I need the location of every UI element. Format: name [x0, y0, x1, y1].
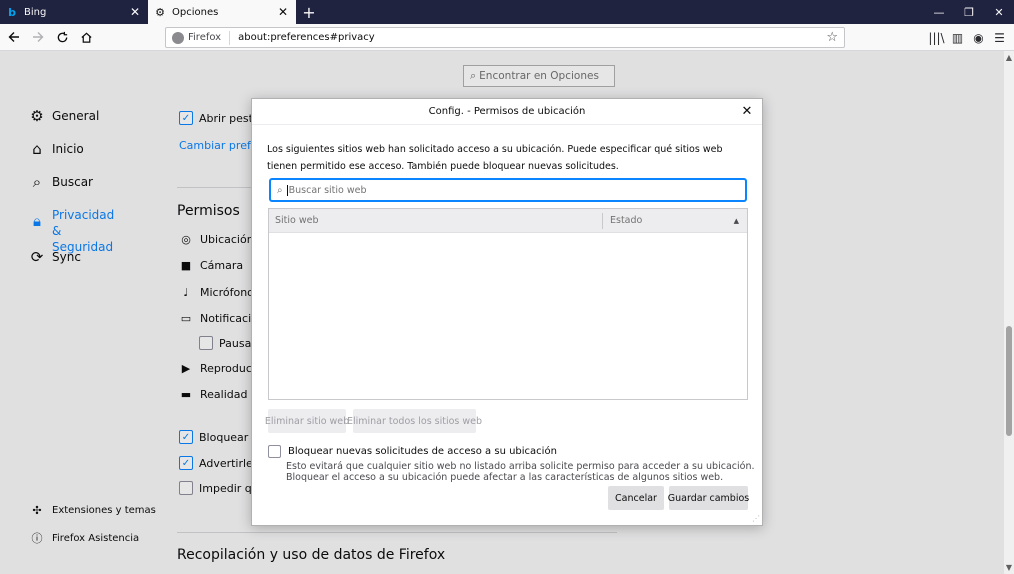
column-label: Estado: [610, 215, 643, 226]
restore-icon[interactable]: ❐: [954, 0, 984, 24]
close-window-icon[interactable]: ✕: [984, 0, 1014, 24]
block-new-requests-row[interactable]: Bloquear nuevas solicitudes de acceso a …: [268, 445, 557, 458]
bookmark-star-icon[interactable]: ☆: [826, 30, 838, 45]
close-icon[interactable]: ✕: [128, 5, 142, 19]
toolbar-right: |||\ ▥ ◉ ☰: [926, 27, 1010, 48]
resize-grip-icon[interactable]: ⋰: [752, 514, 760, 523]
column-label: Sitio web: [275, 215, 319, 226]
back-button[interactable]: [3, 26, 25, 48]
tab-bing[interactable]: b Bing ✕: [0, 0, 148, 24]
remove-all-sites-button[interactable]: Eliminar todos los sitios web: [347, 409, 482, 433]
text-caret: [286, 184, 288, 196]
save-changes-button[interactable]: Guardar cambios: [668, 486, 749, 510]
block-note: Esto evitará que cualquier sitio web no …: [286, 461, 755, 483]
home-button[interactable]: [75, 26, 97, 48]
menu-icon[interactable]: ☰: [989, 27, 1010, 48]
scroll-up-icon[interactable]: ▲: [1004, 53, 1014, 62]
tab-opciones[interactable]: ⚙ Opciones ✕: [148, 0, 296, 24]
home-icon: [80, 32, 92, 43]
nav-bar: Firefox about:preferences#privacy ☆ |||\…: [0, 24, 1014, 51]
location-permissions-dialog: Config. - Permisos de ubicación ✕ Los si…: [251, 98, 763, 526]
identity-label: Firefox: [188, 32, 222, 43]
sort-ascending-icon: ▲: [733, 216, 739, 225]
cancel-button[interactable]: Cancelar: [608, 486, 664, 510]
tab-label: Bing: [24, 6, 47, 18]
checkbox[interactable]: [268, 445, 281, 458]
sidebar-icon[interactable]: ▥: [947, 27, 968, 48]
divider: [229, 30, 231, 45]
tab-bar: b Bing ✕ ⚙ Opciones ✕ + — ❐ ✕: [0, 0, 1014, 24]
search-icon: ⌕: [277, 184, 283, 196]
reload-button[interactable]: [51, 26, 73, 48]
sites-table: Sitio web Estado ▲: [268, 208, 748, 400]
scroll-thumb[interactable]: [1006, 326, 1012, 436]
new-tab-button[interactable]: +: [296, 0, 322, 24]
tab-label: Opciones: [172, 6, 219, 18]
block-label: Bloquear nuevas solicitudes de acceso a …: [288, 446, 557, 457]
firefox-icon: [172, 31, 184, 44]
identity-box[interactable]: Firefox: [172, 31, 222, 44]
window-controls: — ❐ ✕: [924, 0, 1014, 24]
search-placeholder: Buscar sitio web: [288, 184, 367, 196]
bing-icon: b: [8, 5, 16, 19]
minimize-icon[interactable]: —: [924, 0, 954, 24]
back-arrow-icon: [8, 32, 19, 42]
reload-icon: [57, 31, 67, 42]
close-icon[interactable]: ✕: [740, 104, 754, 119]
remove-site-button[interactable]: Eliminar sitio web: [265, 409, 349, 433]
column-header-site[interactable]: Sitio web: [269, 212, 603, 229]
forward-arrow-icon: [33, 32, 44, 42]
table-header: Sitio web Estado ▲: [269, 209, 747, 233]
gear-icon: ⚙: [155, 5, 165, 19]
column-header-state[interactable]: Estado ▲: [603, 215, 747, 226]
url-bar[interactable]: Firefox about:preferences#privacy ☆: [165, 27, 845, 48]
forward-button[interactable]: [27, 26, 49, 48]
library-icon[interactable]: |||\: [926, 27, 947, 48]
account-icon[interactable]: ◉: [968, 27, 989, 48]
close-icon[interactable]: ✕: [276, 5, 290, 19]
dialog-description: Los siguientes sitios web han solicitado…: [267, 144, 723, 172]
page-scrollbar[interactable]: ▲ ▼: [1004, 51, 1014, 574]
scroll-down-icon[interactable]: ▼: [1004, 563, 1014, 572]
url-text[interactable]: about:preferences#privacy: [238, 32, 826, 43]
dialog-title: Config. - Permisos de ubicación: [252, 99, 762, 125]
search-website-input[interactable]: ⌕ Buscar sitio web: [270, 179, 746, 201]
